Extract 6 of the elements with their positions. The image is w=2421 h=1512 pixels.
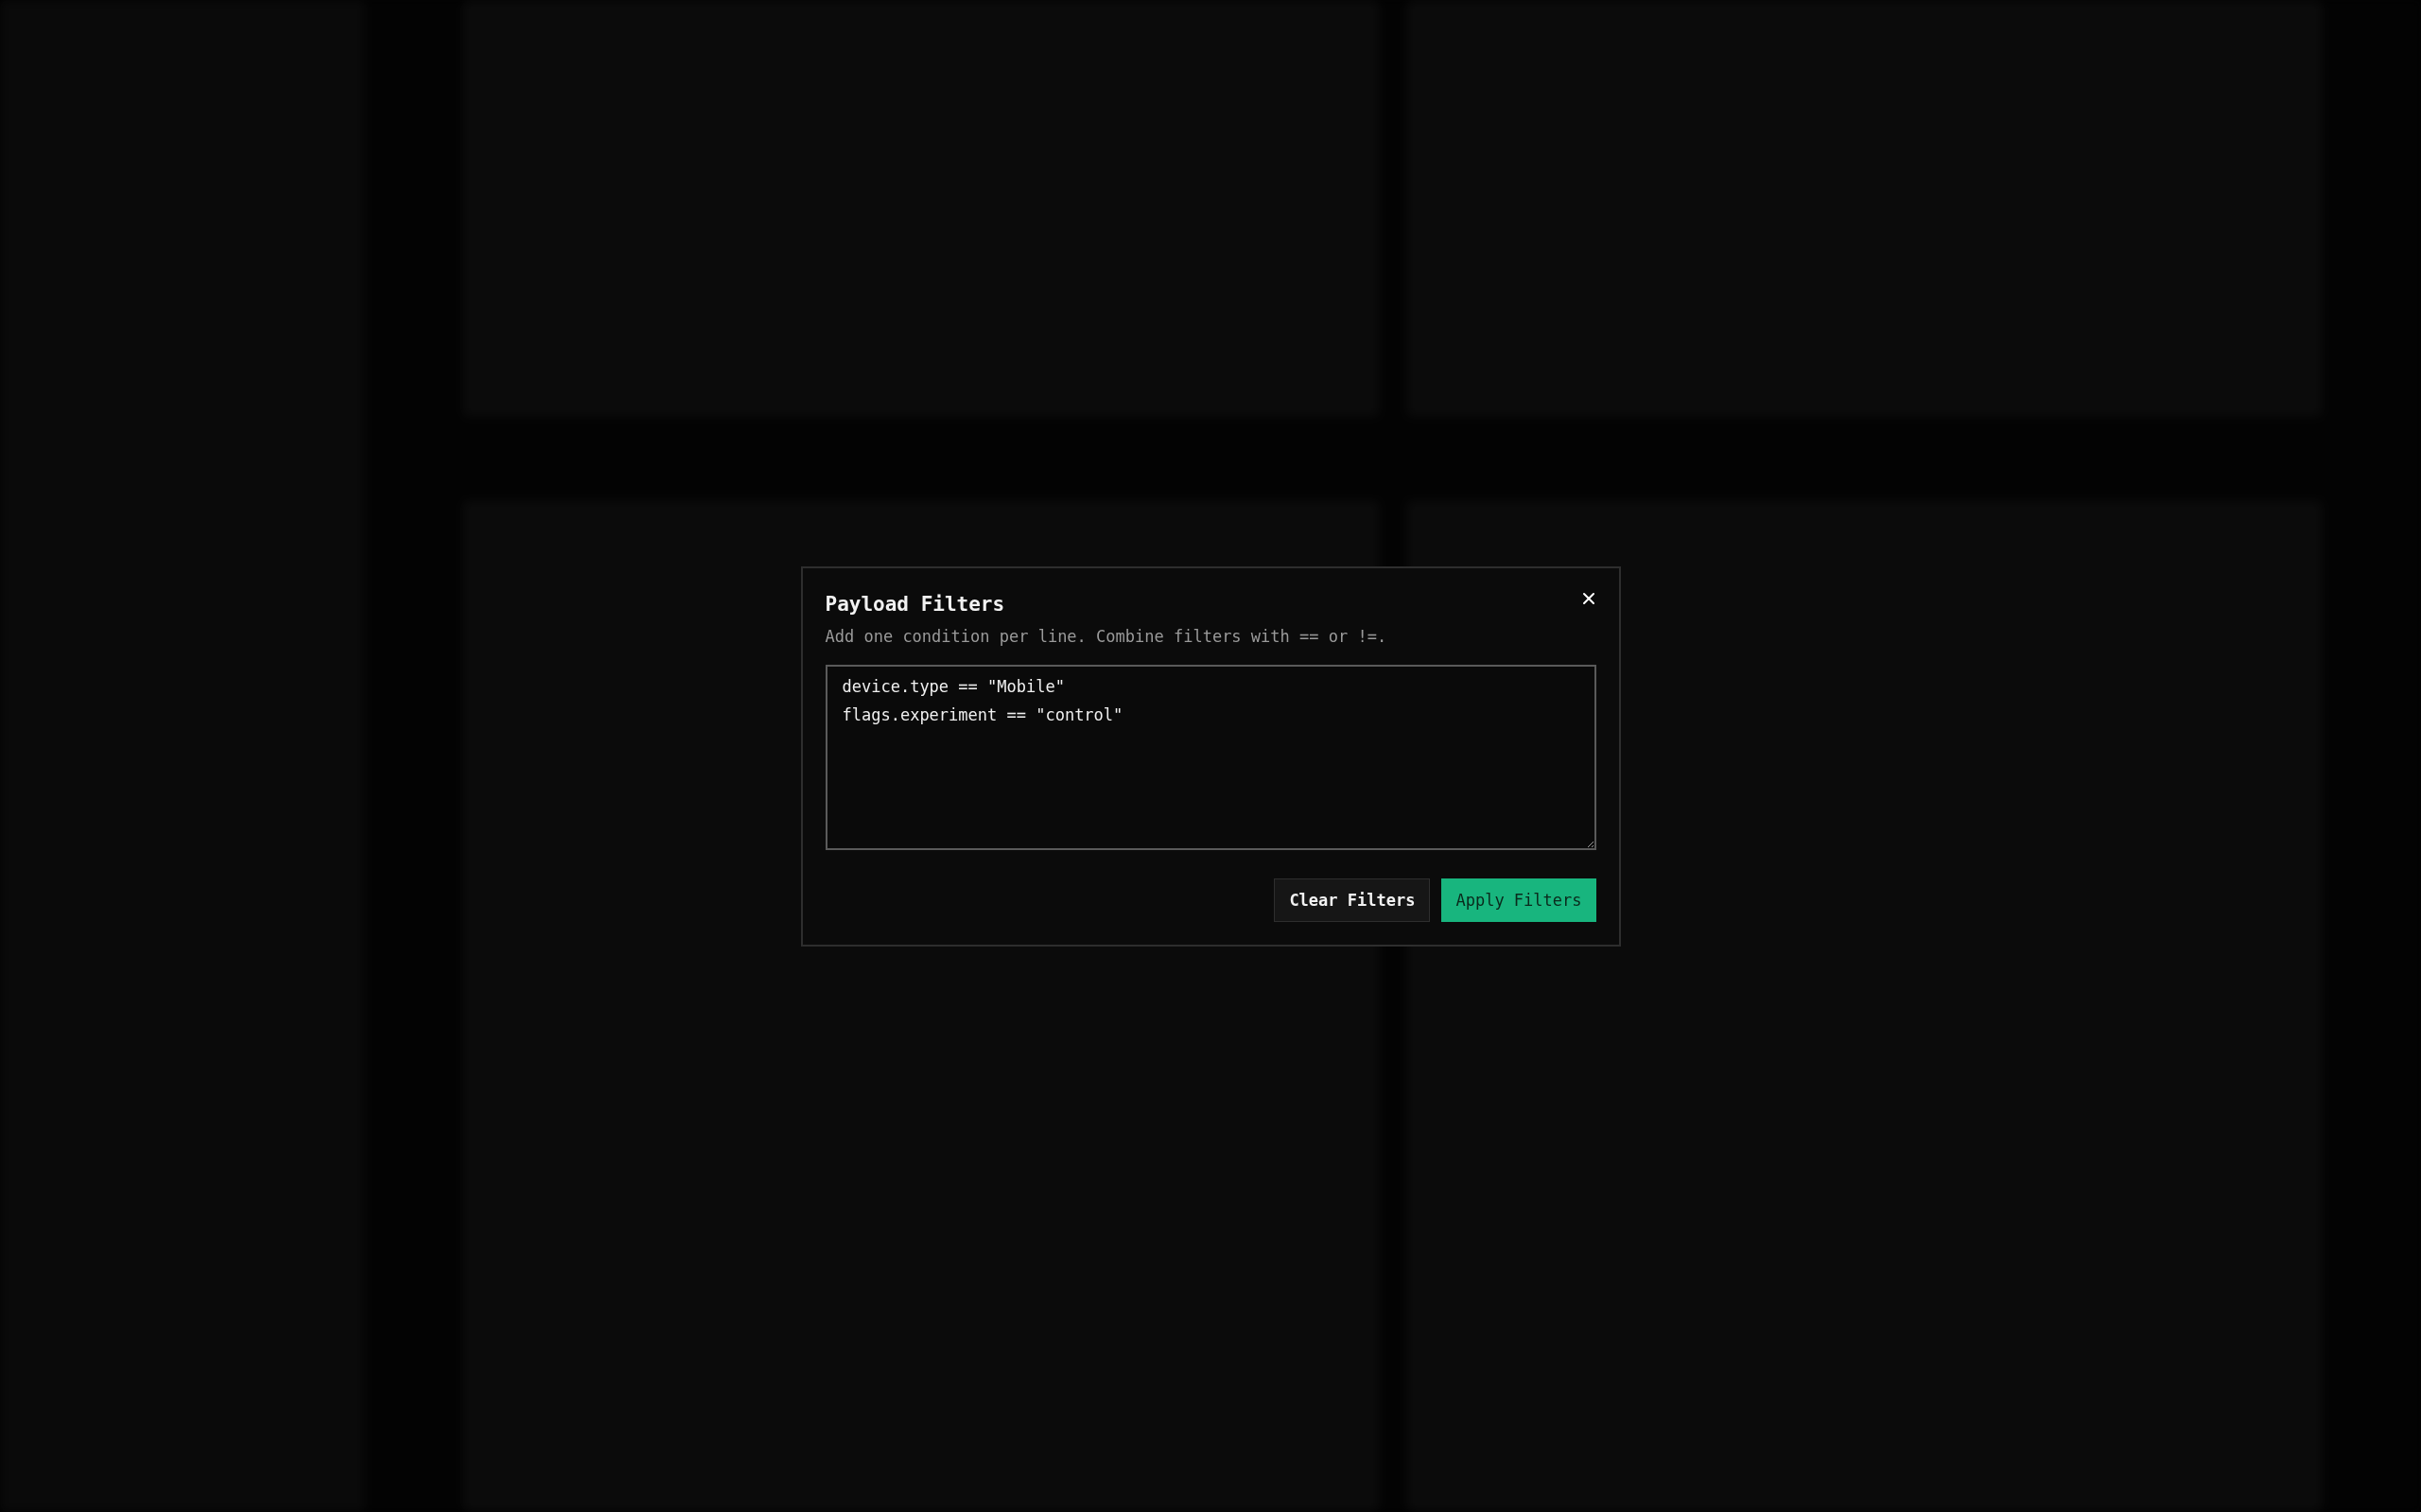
dialog-title: Payload Filters: [825, 592, 1005, 616]
clear-button[interactable]: Clear Filters: [1274, 878, 1431, 922]
close-icon[interactable]: [1580, 590, 1596, 606]
dialog-description: Add one condition per line. Combine filters with == or !=.: [825, 626, 1388, 646]
input-field[interactable]: device.type == "Mobile" flags.experiment == "control": [825, 664, 1596, 850]
apply-button[interactable]: Apply Filters: [1441, 878, 1596, 922]
